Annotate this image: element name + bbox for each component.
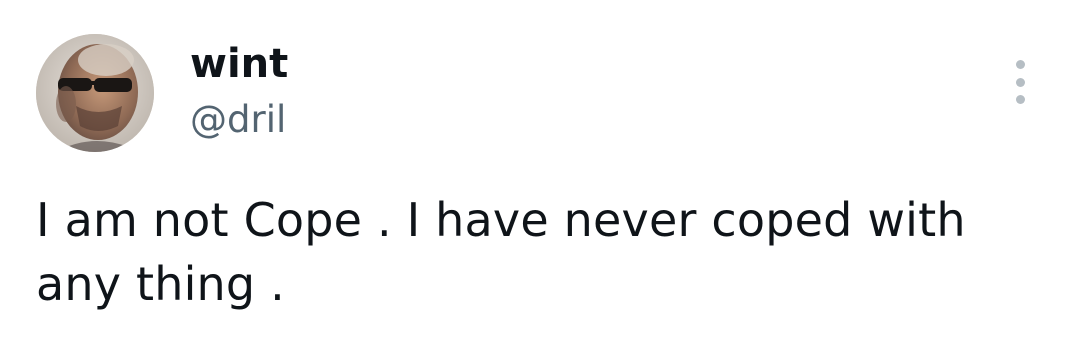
tweet-text: I am not Cope . I have never coped with … (36, 193, 966, 311)
more-options-button[interactable] (1004, 60, 1036, 104)
author-display-name[interactable]: wint (190, 38, 288, 90)
tweet-card: wint @dril I am not Cope . I have never … (0, 0, 1080, 360)
more-options-icon (1015, 77, 1025, 87)
more-options-icon (1015, 95, 1025, 104)
avatar-photo-icon (36, 34, 154, 152)
author-handle[interactable]: @dril (190, 96, 286, 144)
avatar[interactable] (36, 34, 154, 152)
more-options-icon (1015, 60, 1025, 69)
